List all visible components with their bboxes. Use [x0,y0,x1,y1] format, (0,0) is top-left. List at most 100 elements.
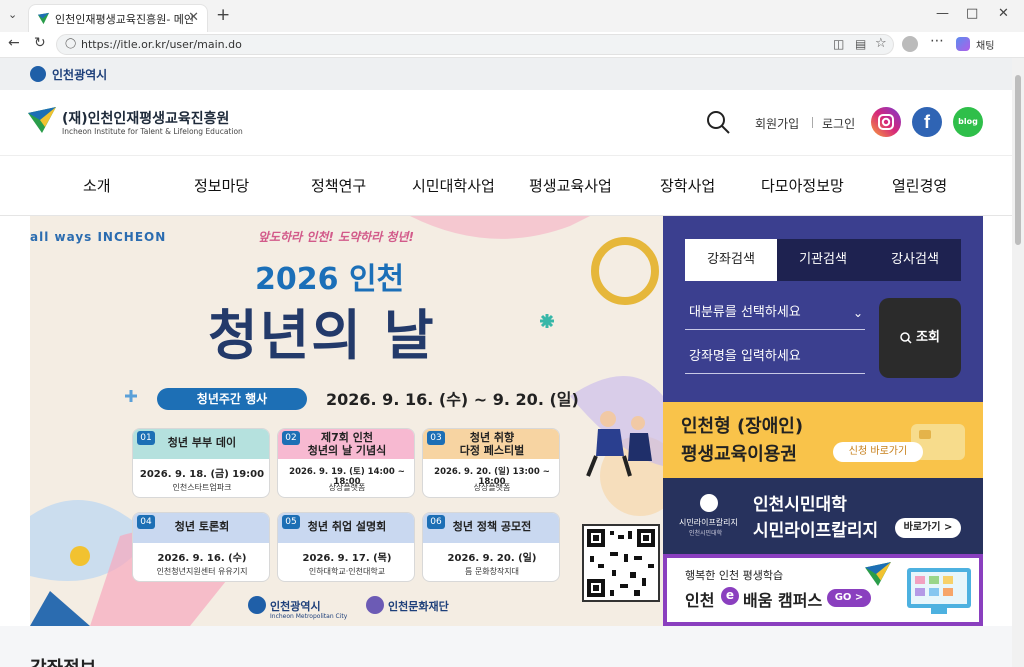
event-place: 인천청년지원센터 유유기지 [156,567,248,576]
tracking-icon[interactable]: ◫ [833,37,844,51]
browser-tab[interactable]: 인천인재평생교육진흥원- 메인 ✕ [28,4,208,32]
event-place: 상상플랫폼 [328,483,366,492]
banner-week-label: 청년주간 행사 [157,388,307,410]
city-name-link[interactable]: 인천광역시 [52,66,107,83]
event-title: 청년 부부 데이 [167,436,237,449]
facebook-icon[interactable]: f [912,107,942,137]
reload-icon[interactable]: ↻ [34,35,46,51]
college-go-button[interactable]: 바로가기 > [895,518,961,538]
promo-college-title2: 시민라이프칼리지 [753,521,879,541]
promo-college-title1: 인천시민대학 [753,495,847,515]
event-title: 청년 정책 공모전 [452,520,532,533]
browser-address-bar: ← ↻ ◯ https://itle.or.kr/user/main.do ◫ … [0,32,1024,58]
event-title: 청년 취향 다정 페스티벌 [459,431,525,457]
banner-org-incheon-en: Incheon Metropolitan City [270,613,348,620]
url-field[interactable]: ◯ https://itle.or.kr/user/main.do ◫ ▤ ☆ [56,34,894,55]
incheon-city-logo-icon [248,596,266,614]
blog-icon[interactable]: blog [953,107,983,137]
event-place: 틈 문화창작지대 [464,567,520,576]
promo-citizen-college-banner[interactable]: 시민라이프칼리지 인천시민대학 인천시민대학 시민라이프칼리지 바로가기 > [663,478,983,554]
new-tab-icon[interactable]: + [216,5,230,25]
chat-label[interactable]: 채팅 [976,37,994,52]
tab-title: 인천인재평생교육진흥원- 메인 [55,13,195,26]
nav-item-damoa[interactable]: 다모아정보망 [761,175,844,196]
event-card: 01 청년 부부 데이 2026. 9. 18. (금) 19:00 인천스타트… [132,428,270,498]
qr-code[interactable] [582,524,660,602]
institute-logo-icon [865,562,891,586]
event-card: 03 청년 취향 다정 페스티벌 2026. 9. 20. (일) 13:00 … [422,428,560,498]
tab-instructor-search[interactable]: 강사검색 [869,239,961,281]
profile-avatar[interactable] [902,36,918,52]
nav-item-lifelong[interactable]: 평생교육사업 [529,175,612,196]
copilot-icon[interactable] [956,37,970,51]
nav-item-citizen-college[interactable]: 시민대학사업 [412,175,495,196]
tab-list-chevron-icon[interactable]: ⌄ [8,8,17,21]
search-icon [900,331,912,344]
event-card: 04 청년 토론회 2026. 9. 16. (수) 인천청년지원센터 유유기지 [132,512,270,582]
nav-item-scholarship[interactable]: 장학사업 [660,175,715,196]
site-header: (재)인천인재평생교육진흥원 Incheon Institute for Tal… [0,90,1012,156]
nav-item-open-management[interactable]: 열린경영 [892,175,947,196]
ecampus-go-button[interactable]: GO > [827,589,871,607]
tab-course-search[interactable]: 강좌검색 [685,239,777,281]
tab-close-icon[interactable]: ✕ [188,10,199,25]
maximize-icon[interactable]: □ [966,6,978,21]
event-date: 2026. 9. 18. (금) 19:00 [139,469,265,480]
incheon-culture-logo-icon [366,596,384,614]
tab-institution-search[interactable]: 기관검색 [777,239,869,281]
signup-link[interactable]: 회원가입 [755,115,799,132]
promo-voucher-title2: 평생교육이용권 [681,444,797,465]
search-button-label: 조회 [916,330,940,345]
institute-name[interactable]: (재)인천인재평생교육진흥원 [62,108,229,128]
scrollbar-thumb[interactable] [1015,75,1021,245]
back-icon[interactable]: ← [8,35,20,51]
site-favicon-icon [37,12,50,25]
computer-illustration [907,568,971,614]
nav-item-policy[interactable]: 정책연구 [311,175,366,196]
voucher-apply-button[interactable]: 신청 바로가기 [833,442,923,462]
minimize-icon[interactable]: — [936,6,949,21]
more-menu-icon[interactable]: ⋯ [930,33,944,49]
event-date: 2026. 9. 16. (수) [157,553,247,564]
event-title: 청년 토론회 [174,520,230,533]
search-button[interactable]: 조회 [879,298,961,378]
course-info-section: 강좌정보 [0,626,1012,667]
browser-tab-bar: ⌄ 인천인재평생교육진흥원- 메인 ✕ + — □ ✕ [0,0,1024,32]
citizen-college-org: 시민라이프칼리지 [679,518,738,527]
promo-ecampus-subtitle: 행복한 인천 평생학습 [685,569,784,582]
instagram-icon[interactable] [871,107,901,137]
promo-ecampus-word1: 인천 [685,591,715,610]
promo-ecampus-word2: 배움 캠퍼스 [743,591,823,610]
event-title: 청년 취업 설명회 [307,520,387,533]
course-info-title: 강좌정보 [30,654,96,667]
category-select-value: 대분류를 선택하세요 [689,305,801,320]
category-select[interactable]: 대분류를 선택하세요 ⌄ [685,296,865,330]
main-navigation: 소개 정보마당 정책연구 시민대학사업 평생교육사업 장학사업 다모아정보망 열… [0,156,1012,216]
chevron-down-icon: ⌄ [852,306,863,320]
event-card: 06 청년 정책 공모전 2026. 9. 20. (일) 틈 문화창작지대 [422,512,560,582]
search-icon[interactable] [706,110,730,134]
divider [812,117,813,128]
page: 인천광역시 (재)인천인재평생교육진흥원 Incheon Institute f… [0,58,1012,667]
login-link[interactable]: 로그인 [822,115,855,132]
institute-logo-icon[interactable] [28,107,56,133]
promo-e-campus-banner[interactable]: 행복한 인천 평생학습 인천 e 배움 캠퍼스 GO > [663,554,983,626]
promo-ecampus-e: e [721,587,739,605]
nav-item-info[interactable]: 정보마당 [194,175,249,196]
runners-illustration [586,411,652,477]
site-info-icon[interactable]: ◯ [65,38,76,49]
event-title: 제7회 인천 청년의 날 기념식 [307,431,387,457]
reader-icon[interactable]: ▤ [855,37,866,51]
course-name-input[interactable]: 강좌명을 입력하세요 [685,340,865,374]
nav-item-about[interactable]: 소개 [83,175,111,196]
main-banner[interactable]: all ways INCHEON 앞도하라 인천! 도약하라 청년! 2026 … [30,216,663,626]
favorite-star-icon[interactable]: ☆ [875,36,887,51]
promo-voucher-banner[interactable]: 인천형 (장애인) 평생교육이용권 신청 바로가기 [663,402,983,478]
event-place: 상상플랫폼 [473,483,511,492]
citizen-college-logo-icon [700,494,718,512]
banner-org-incheon: 인천광역시 [270,600,321,613]
event-place: 인천스타트업파크 [172,483,232,492]
citizen-college-org-sub: 인천시민대학 [689,530,723,537]
window-close-icon[interactable]: ✕ [998,6,1009,21]
banner-title: 청년의 날 [208,304,436,367]
